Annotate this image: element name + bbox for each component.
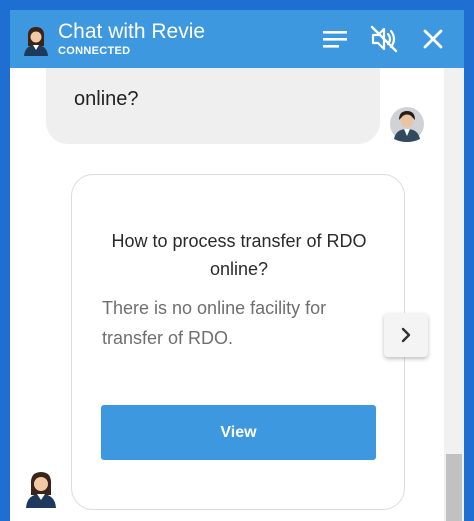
bot-avatar-icon — [26, 472, 56, 508]
chevron-right-icon — [401, 327, 411, 343]
close-icon[interactable] — [418, 24, 448, 54]
scrollbar-thumb[interactable] — [446, 454, 462, 521]
user-avatar-icon — [390, 107, 424, 142]
bot-avatar-icon — [24, 27, 48, 56]
chat-header: Chat with Revie CONNECTED — [10, 10, 464, 68]
card-question: How to process transfer of RDO online? — [111, 231, 367, 279]
user-message-text: online? — [74, 88, 139, 110]
clipped-text-line: .. .. .. . . — [74, 72, 153, 78]
mute-icon[interactable] — [369, 24, 399, 54]
menu-icon[interactable] — [321, 24, 351, 54]
connection-status: CONNECTED — [58, 45, 131, 57]
user-message-bubble: .. .. .. . . online? — [46, 68, 380, 144]
chat-title: Chat with Revie — [58, 20, 206, 43]
chat-messages: .. .. .. . . online? How to process tran… — [10, 68, 464, 521]
chat-window: Chat with Revie CONNECTED .. .. .. . . o… — [10, 10, 464, 521]
answer-card: How to process transfer of RDO online? T… — [71, 174, 405, 510]
card-answer: There is no online facility for transfer… — [102, 298, 327, 348]
carousel-next-button[interactable] — [384, 313, 428, 357]
view-button[interactable]: View — [101, 405, 376, 460]
